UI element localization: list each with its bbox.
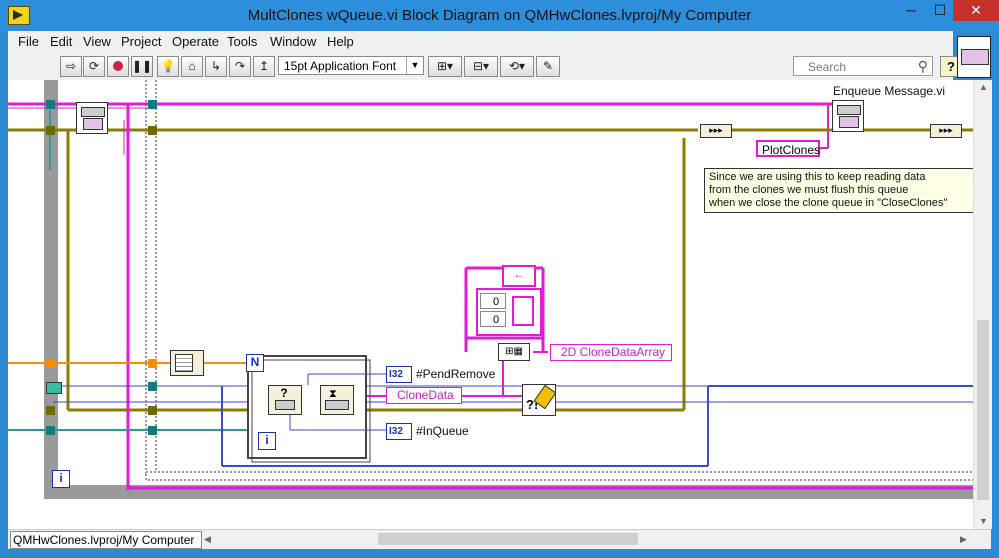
enqueue-label: Enqueue Message.vi <box>833 84 946 98</box>
menu-view[interactable]: View <box>83 34 111 49</box>
horizontal-scroll-thumb[interactable] <box>378 533 638 545</box>
abort-icon[interactable] <box>107 56 129 77</box>
pendremove-label: #PendRemove <box>416 367 496 381</box>
loop-count-n[interactable]: N <box>246 354 264 372</box>
minimize-button[interactable]: ─ <box>896 0 926 21</box>
question-mark-icon: ? <box>280 386 288 400</box>
chevron-down-icon: ▼ <box>406 57 423 74</box>
array-index-0[interactable]: 0 <box>480 293 506 309</box>
app-window: MultClones wQueue.vi Block Diagram on QM… <box>0 0 999 558</box>
search-input[interactable]: Search ⚲ <box>793 56 933 76</box>
scroll-down-icon[interactable]: ▼ <box>979 516 988 526</box>
tunnel-orange-2 <box>148 359 157 368</box>
tunnel-error-4 <box>46 406 55 415</box>
table-control-icon[interactable] <box>170 350 204 376</box>
tunnel-error-2 <box>148 126 157 135</box>
case-structure-frame <box>145 80 157 477</box>
menu-help[interactable]: Help <box>327 34 354 49</box>
clonedata-indicator[interactable]: CloneData <box>386 387 462 404</box>
tunnel-teal-2 <box>148 426 157 435</box>
comment-line-1: Since we are using this to keep reading … <box>709 171 926 183</box>
reorder-icon[interactable]: ⟲▾ <box>500 56 534 77</box>
pause-icon[interactable]: ❚❚ <box>131 56 153 77</box>
step-into-icon[interactable]: ↳ <box>205 56 227 77</box>
menu-file[interactable]: File <box>18 34 39 49</box>
clear-errors-icon[interactable]: ?! <box>522 384 557 416</box>
unbundle-node-2[interactable]: ▸▸▸ <box>930 124 962 138</box>
font-select-value: 15pt Application Font <box>284 59 397 73</box>
tunnel-teal <box>46 426 55 435</box>
window-title: MultClones wQueue.vi Block Diagram on QM… <box>247 7 752 24</box>
font-select[interactable]: 15pt Application Font ▼ <box>278 56 424 75</box>
shift-register-icon <box>46 382 62 394</box>
vi-icon <box>957 36 991 78</box>
title-bar: MultClones wQueue.vi Block Diagram on QM… <box>0 0 999 31</box>
step-over-icon[interactable]: ↷ <box>229 56 251 77</box>
while-loop-iteration-i: i <box>52 470 70 488</box>
2d-clonedataarray-indicator[interactable]: 2D CloneDataArray <box>550 344 672 361</box>
reshape-array-icon[interactable]: ⊞▦ <box>498 343 530 361</box>
search-placeholder: Search <box>808 60 847 74</box>
close-button[interactable]: ✕ <box>953 0 999 21</box>
tunnel-orange <box>46 359 55 368</box>
menu-bar: File Edit View Project Operate Tools Win… <box>8 31 953 52</box>
loop-iteration-i: i <box>258 432 276 450</box>
toolbar: ⇨ ⟳ ❚❚ 💡 ⌂ ↳ ↷ ↥ 15pt Application Font ▼… <box>8 52 962 81</box>
highlight-execution-icon[interactable]: 💡 <box>157 56 179 77</box>
scroll-left-icon[interactable]: ◀ <box>204 534 211 545</box>
tunnel-queue <box>46 100 55 109</box>
menu-project[interactable]: Project <box>121 34 161 49</box>
status-bar: QMHwClones.lvproj/My Computer ◀ ▶ <box>8 529 991 549</box>
get-queue-status-node[interactable]: ⧗ <box>320 385 354 415</box>
tunnel-error <box>46 126 55 135</box>
array-index-1[interactable]: 0 <box>480 311 506 327</box>
diagram-comment: Since we are using this to keep reading … <box>704 168 973 213</box>
vertical-scroll-thumb[interactable] <box>977 320 989 500</box>
search-icon: ⚲ <box>917 58 928 74</box>
tunnel-error-3 <box>148 406 157 415</box>
run-continuously-icon[interactable]: ⟳ <box>83 56 105 77</box>
dequeue-subvi-icon[interactable] <box>76 102 108 134</box>
block-diagram-canvas[interactable]: Enqueue Message.vi ▸▸▸ ▸▸▸ PlotClones Si… <box>8 80 973 529</box>
menu-edit[interactable]: Edit <box>50 34 72 49</box>
menu-window[interactable]: Window <box>270 34 316 49</box>
inqueue-label: #InQueue <box>416 424 469 438</box>
comment-line-2: from the clones we must flush this queue <box>709 184 909 196</box>
vertical-scrollbar[interactable]: ▲ ▼ <box>973 80 992 529</box>
step-out-icon[interactable]: ↥ <box>253 56 275 77</box>
maximize-button[interactable]: ☐ <box>925 0 955 21</box>
menu-tools[interactable]: Tools <box>227 34 257 49</box>
menu-operate[interactable]: Operate <box>172 34 219 49</box>
unbundle-node[interactable]: ▸▸▸ <box>700 124 732 138</box>
tunnel-queue-2 <box>148 100 157 109</box>
build-array-icon[interactable]: ← <box>502 265 536 287</box>
case-selector-node[interactable]: ? <box>268 385 302 415</box>
scroll-up-icon[interactable]: ▲ <box>979 82 988 92</box>
case-structure-bottom <box>145 471 973 481</box>
run-arrow-icon[interactable]: ⇨ <box>60 56 82 77</box>
2d-array-constant[interactable]: 0 0 <box>476 288 542 336</box>
align-objects-icon[interactable]: ⊞▾ <box>428 56 462 77</box>
project-path: QMHwClones.lvproj/My Computer <box>10 531 202 549</box>
enqueue-message-icon[interactable] <box>832 100 864 132</box>
tunnel-blue <box>148 382 157 391</box>
i32-terminal-2: I32 <box>386 423 412 440</box>
distribute-objects-icon[interactable]: ⊟▾ <box>464 56 498 77</box>
scroll-right-icon[interactable]: ▶ <box>960 534 967 545</box>
retain-wire-values-icon[interactable]: ⌂ <box>181 56 203 77</box>
comment-line-3: when we close the clone queue in "CloseC… <box>709 197 948 209</box>
cleanup-diagram-icon[interactable]: ✎ <box>536 56 560 77</box>
array-element[interactable] <box>512 296 534 326</box>
i32-terminal: I32 <box>386 366 412 383</box>
plotclones-constant[interactable]: PlotClones <box>756 140 820 157</box>
